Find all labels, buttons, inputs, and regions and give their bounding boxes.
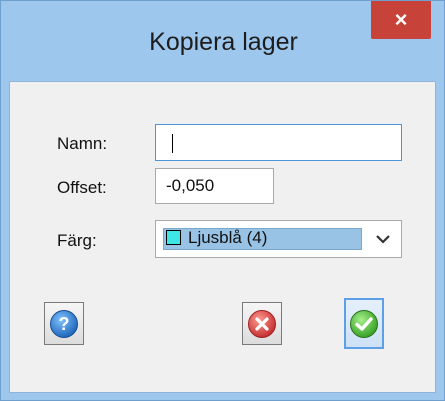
ok-button[interactable] [344, 298, 384, 349]
color-swatch-icon [166, 230, 181, 245]
help-button[interactable]: ? [44, 302, 84, 345]
offset-label: Offset: [57, 178, 107, 197]
dialog-body: Namn: Offset: -0,050 Färg: Ljusblå (4) ? [9, 81, 436, 393]
offset-input-value: -0,050 [166, 176, 215, 195]
text-caret [172, 134, 173, 153]
name-input[interactable] [155, 124, 402, 161]
name-label: Namn: [57, 134, 108, 153]
chevron-down-icon[interactable] [372, 229, 394, 249]
checkmark-icon [350, 309, 378, 338]
dialog-window: Kopiera lager × Namn: Offset: -0,050 Fär… [0, 0, 445, 401]
color-select-value: Ljusblå (4) [188, 228, 268, 247]
cancel-icon [248, 309, 276, 338]
offset-input[interactable]: -0,050 [155, 168, 274, 204]
svg-text:?: ? [59, 314, 70, 334]
color-select[interactable]: Ljusblå (4) [155, 220, 402, 258]
title-bar[interactable]: Kopiera lager × [1, 1, 444, 81]
color-label: Färg: [57, 231, 97, 250]
cancel-button[interactable] [242, 302, 282, 345]
help-icon: ? [50, 309, 78, 338]
close-icon: × [394, 7, 408, 32]
close-button[interactable]: × [371, 1, 431, 39]
